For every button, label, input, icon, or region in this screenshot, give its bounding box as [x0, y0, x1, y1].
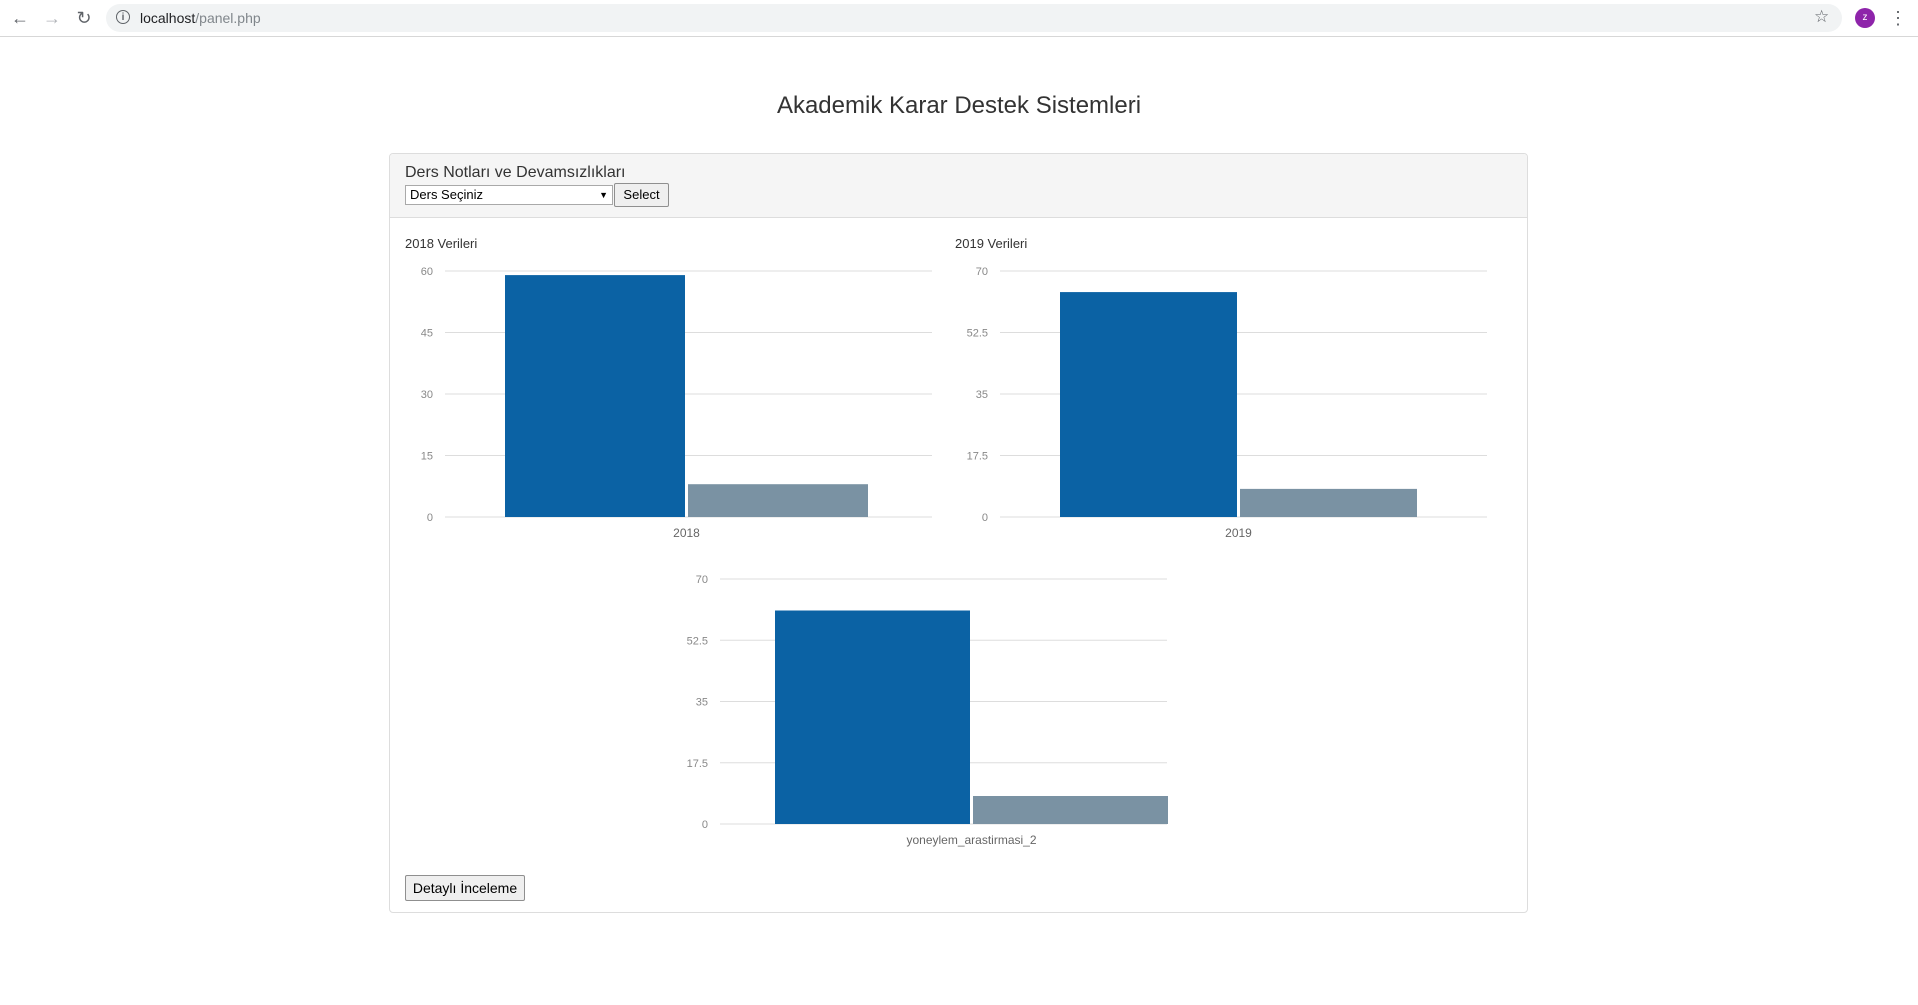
chart-course: 70 52.5 35 17.5 0 yoneylem_arastirmasi_2 [687, 574, 1168, 847]
bar-series-2 [1240, 488, 1417, 517]
y-tick-label: 60 [421, 266, 433, 278]
bar-series-1 [505, 275, 685, 517]
y-tick-label: 17.5 [967, 451, 988, 463]
x-category-label: 2018 [673, 526, 700, 540]
panel: Ders Notları ve Devamsızlıkları Ders Seç… [389, 153, 1528, 913]
y-tick-label: 70 [696, 574, 708, 586]
y-tick-label: 30 [421, 389, 433, 401]
chart-2019: 70 52.5 35 17.5 0 2019 [967, 266, 1487, 540]
page-title: Akademik Karar Destek Sistemleri [776, 92, 1142, 119]
bar-series-1 [775, 610, 970, 824]
url-text[interactable]: localhost/panel.php [140, 10, 261, 26]
y-tick-label: 17.5 [687, 758, 708, 770]
y-tick-label: 45 [421, 328, 433, 340]
info-icon[interactable]: i [116, 10, 130, 24]
bookmark-star-icon[interactable]: ☆ [1814, 7, 1829, 27]
forward-arrow-icon[interactable]: → [40, 6, 64, 30]
panel-title: Ders Notları ve Devamsızlıkları [405, 164, 626, 181]
bar-series-1 [1060, 292, 1237, 517]
x-category-label: 2019 [1225, 526, 1252, 540]
y-tick-label: 15 [421, 451, 433, 463]
y-tick-label: 35 [976, 389, 988, 401]
chart-2018-title: 2018 Verileri [405, 236, 478, 251]
panel-heading: Ders Notları ve Devamsızlıkları Ders Seç… [390, 154, 1527, 218]
y-tick-label: 0 [427, 512, 433, 524]
y-tick-label: 0 [702, 819, 708, 831]
x-category-label: yoneylem_arastirmasi_2 [906, 833, 1036, 847]
url-path: /panel.php [195, 10, 261, 26]
y-tick-label: 35 [696, 697, 708, 709]
avatar[interactable]: z [1855, 8, 1875, 28]
chart-2018: 60 45 30 15 0 2018 [421, 266, 932, 540]
course-select[interactable]: Ders Seçiniz ▼ [405, 185, 613, 205]
y-tick-label: 70 [976, 266, 988, 278]
dropdown-arrow-icon: ▼ [599, 190, 608, 200]
select-button[interactable]: Select [614, 183, 669, 207]
y-tick-label: 52.5 [687, 635, 708, 647]
y-tick-label: 52.5 [967, 328, 988, 340]
browser-toolbar: ← → ↻ i localhost/panel.php ☆ z ⋮ [0, 0, 1918, 37]
chart-2019-title: 2019 Verileri [955, 236, 1028, 251]
detail-review-button[interactable]: Detaylı İnceleme [405, 875, 525, 901]
menu-kebab-icon[interactable]: ⋮ [1888, 6, 1908, 30]
bar-series-2 [688, 484, 868, 517]
y-tick-label: 0 [982, 512, 988, 524]
back-arrow-icon[interactable]: ← [8, 6, 32, 30]
address-bar[interactable]: i localhost/panel.php [106, 4, 1842, 32]
reload-icon[interactable]: ↻ [72, 6, 96, 30]
course-select-value: Ders Seçiniz [410, 187, 483, 202]
url-host: localhost [140, 10, 196, 26]
bar-series-2 [973, 796, 1168, 824]
